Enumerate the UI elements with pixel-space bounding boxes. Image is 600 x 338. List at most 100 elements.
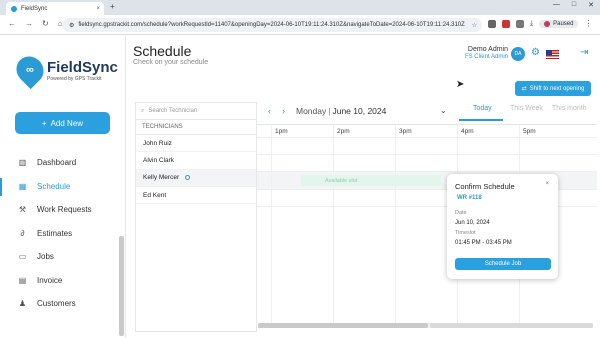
maximize-button[interactable]: □ — [572, 1, 576, 9]
current-date[interactable]: Monday | June 10, 2024 — [296, 106, 386, 116]
wrench-icon: ⚒ — [18, 205, 27, 215]
extension-icon[interactable] — [488, 19, 496, 28]
sidebar-item-jobs[interactable]: ▭ Jobs — [0, 245, 126, 269]
timeslot-value: 01:45 PM - 03:45 PM — [455, 240, 512, 246]
technician-name: John Ruiz — [143, 139, 172, 147]
technician-row[interactable]: Kelly Mercer — [136, 169, 256, 187]
tab-today[interactable]: Today — [473, 105, 492, 112]
technician-name: Alvin Clark — [143, 156, 175, 164]
window-controls: — □ ✕ — [553, 1, 594, 9]
puzzle-icon[interactable] — [516, 19, 524, 28]
logout-icon[interactable]: ⇥ — [580, 47, 588, 58]
tab-title: FieldSync — [21, 5, 48, 12]
sidebar-item-label: Customers — [37, 299, 76, 309]
back-icon[interactable]: ← — [8, 19, 16, 28]
browser-tab[interactable]: FieldSync × — [6, 2, 104, 15]
schedule-job-button[interactable]: Schedule Job — [455, 258, 551, 270]
minimize-button[interactable]: — — [553, 1, 560, 9]
work-request-link[interactable]: WR #118 — [457, 195, 482, 201]
next-day-icon[interactable]: › — [282, 106, 285, 116]
technician-row[interactable]: John Ruiz — [136, 135, 256, 153]
grid-line — [257, 171, 597, 172]
document-icon: ▭ — [18, 252, 27, 262]
technician-row[interactable]: Alvin Clark — [136, 152, 256, 170]
tab-this-month[interactable]: This month — [552, 105, 587, 112]
site-info-icon[interactable]: ⚙ — [69, 22, 74, 29]
active-tab-indicator — [459, 119, 503, 121]
sidebar-item-label: Work Requests — [37, 205, 92, 215]
hour-label: 2pm — [337, 128, 350, 135]
grid-line — [271, 125, 272, 325]
available-slot[interactable]: Available slot — [301, 175, 441, 186]
sidebar-item-label: Estimates — [37, 228, 73, 238]
close-window-button[interactable]: ✕ — [588, 1, 594, 9]
add-new-label: Add New — [50, 118, 84, 128]
address-bar-row: ← → ↻ ⌂ ⚙ fieldsync.gpstrackit.com/sched… — [0, 15, 600, 35]
prev-day-icon[interactable]: ‹ — [268, 106, 271, 116]
paperclip-icon: ∂ — [20, 228, 25, 238]
sidebar: ∞ FieldSync Powered by GPS Trackit + Add… — [0, 36, 126, 338]
tab-strip: FieldSync × + — □ ✕ — [0, 0, 600, 15]
sidebar-nav: ▥ Dashboard ▦ Schedule ⚒ Work Requests ∂… — [0, 151, 126, 316]
new-tab-button[interactable]: + — [110, 2, 115, 11]
sidebar-item-dashboard[interactable]: ▥ Dashboard — [0, 151, 126, 175]
user-role: FS Client Admin — [464, 54, 508, 60]
technician-name: Kelly Mercer — [143, 174, 180, 182]
sidebar-item-label: Jobs — [37, 252, 54, 262]
available-slot-label: Available slot — [325, 177, 358, 184]
calendar-header: ‹ › Monday | June 10, 2024 ⌄ Today This We… — [266, 102, 597, 122]
avatar[interactable]: DA — [511, 47, 525, 61]
grid-line — [333, 125, 334, 325]
close-icon[interactable]: × — [545, 181, 549, 187]
scrollbar-thumb[interactable] — [258, 323, 428, 328]
technician-search[interactable]: ⌕ Search Technician — [136, 103, 256, 120]
sidebar-item-invoice[interactable]: ▤ Invoice — [0, 269, 126, 293]
chevron-down-icon[interactable]: ⌄ — [440, 106, 447, 115]
grid-line — [395, 125, 396, 325]
sidebar-item-label: Schedule — [37, 181, 71, 191]
calendar-icon: ▦ — [18, 181, 27, 191]
tab-close-icon[interactable]: × — [96, 6, 100, 12]
extension-icon[interactable] — [502, 19, 510, 28]
add-new-button[interactable]: + Add New — [15, 112, 110, 134]
timeline-scrollbar[interactable] — [258, 323, 593, 328]
sidebar-item-schedule[interactable]: ▦ Schedule — [0, 175, 126, 199]
forward-icon[interactable]: → — [25, 19, 33, 28]
menu-icon[interactable]: ⋮ — [584, 19, 592, 28]
bookmark-star-icon[interactable]: ☆ — [472, 22, 477, 29]
nav-buttons: ← → ↻ ⌂ — [8, 19, 63, 28]
brand-name: FieldSync — [47, 58, 118, 76]
tab-this-week[interactable]: This Week — [510, 105, 543, 112]
profile-button[interactable]: Paused — [539, 19, 579, 28]
shift-icon: ⇄ — [521, 86, 527, 92]
shift-to-next-opening-button[interactable]: ⇄ Shift to next opening — [515, 81, 591, 96]
sidebar-item-label: Invoice — [37, 275, 63, 285]
technicians-header: TECHNICIANS — [136, 120, 256, 135]
url-bar[interactable]: ⚙ fieldsync.gpstrackit.com/schedule?work… — [62, 18, 482, 32]
shift-label: Shift to next opening — [529, 85, 585, 92]
technician-name: Ed Kent — [143, 191, 167, 199]
sidebar-item-customers[interactable]: ♟ Customers — [0, 292, 126, 316]
grid-line — [257, 137, 597, 138]
hour-label: 3pm — [399, 128, 412, 135]
sidebar-item-estimates[interactable]: ∂ Estimates — [0, 222, 126, 246]
scrollbar-track — [430, 323, 593, 328]
logo: ∞ FieldSync Powered by GPS Trackit — [10, 50, 118, 90]
current-day: Monday — [296, 106, 327, 116]
technician-search-input[interactable]: Search Technician — [148, 108, 197, 114]
reload-icon[interactable]: ↻ — [42, 19, 49, 28]
sidebar-item-work-requests[interactable]: ⚒ Work Requests — [0, 198, 126, 222]
hour-label: 4pm — [461, 128, 474, 135]
current-date-value: June 10, 2024 — [332, 106, 387, 116]
sidebar-scrollbar[interactable] — [119, 236, 124, 336]
us-flag-icon[interactable] — [546, 50, 559, 59]
download-icon[interactable]: ⤓ — [530, 20, 533, 28]
url-text: fieldsync.gpstrackit.com/schedule?workRe… — [78, 22, 465, 28]
hour-label: 5pm — [523, 128, 536, 135]
fieldsync-logo-icon: ∞ — [10, 50, 50, 90]
date-label: Date — [455, 210, 467, 216]
gear-icon[interactable]: ⚙ — [531, 47, 540, 58]
technician-row[interactable]: Ed Kent — [136, 187, 256, 205]
page-title: Schedule — [133, 43, 192, 59]
fieldsync-favicon-icon — [11, 5, 17, 12]
